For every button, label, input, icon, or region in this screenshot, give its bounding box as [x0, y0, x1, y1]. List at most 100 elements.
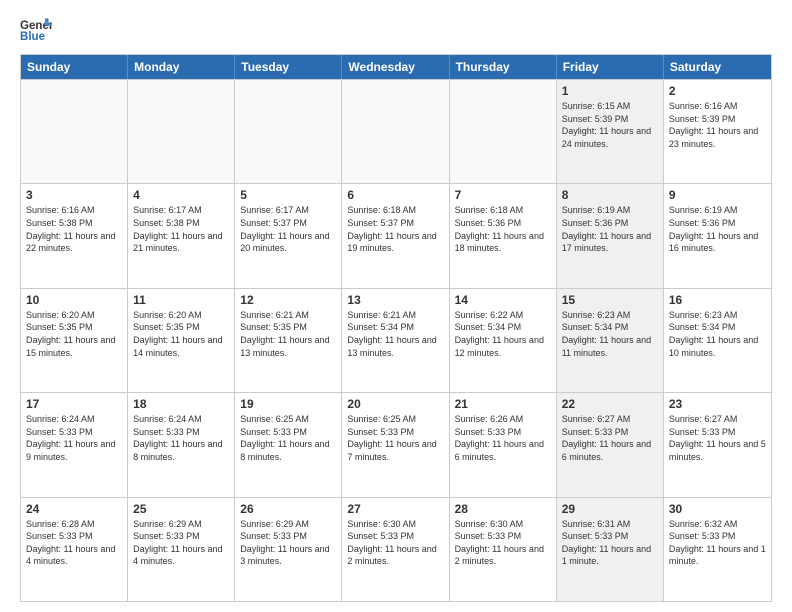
- day-info: Sunrise: 6:16 AM Sunset: 5:38 PM Dayligh…: [26, 204, 122, 254]
- day-number: 30: [669, 502, 766, 516]
- day-number: 24: [26, 502, 122, 516]
- calendar-cell: 3 Sunrise: 6:16 AM Sunset: 5:38 PM Daylig…: [21, 184, 128, 287]
- day-info: Sunrise: 6:20 AM Sunset: 5:35 PM Dayligh…: [26, 309, 122, 359]
- day-info: Sunrise: 6:25 AM Sunset: 5:33 PM Dayligh…: [240, 413, 336, 463]
- day-info: Sunrise: 6:17 AM Sunset: 5:37 PM Dayligh…: [240, 204, 336, 254]
- logo-icon: General Blue: [20, 16, 52, 44]
- day-info: Sunrise: 6:23 AM Sunset: 5:34 PM Dayligh…: [669, 309, 766, 359]
- calendar-cell: 9 Sunrise: 6:19 AM Sunset: 5:36 PM Daylig…: [664, 184, 771, 287]
- logo: General Blue: [20, 16, 52, 44]
- day-number: 27: [347, 502, 443, 516]
- calendar-cell: 20 Sunrise: 6:25 AM Sunset: 5:33 PM Dayli…: [342, 393, 449, 496]
- calendar-cell: 22Sunrise: 6:27 AM Sunset: 5:33 PM Dayli…: [557, 393, 664, 496]
- day-info: Sunrise: 6:29 AM Sunset: 5:33 PM Dayligh…: [240, 518, 336, 568]
- day-number: 29: [562, 502, 658, 516]
- calendar-cell: 24 Sunrise: 6:28 AM Sunset: 5:33 PM Dayli…: [21, 498, 128, 601]
- calendar-cell: 1 Sunrise: 6:15 AM Sunset: 5:39 PM Daylig…: [557, 80, 664, 183]
- day-info: Sunrise: 6:28 AM Sunset: 5:33 PM Dayligh…: [26, 518, 122, 568]
- calendar-cell: 26 Sunrise: 6:29 AM Sunset: 5:33 PM Dayli…: [235, 498, 342, 601]
- calendar-cell: 13 Sunrise: 6:21 AM Sunset: 5:34 PM Dayli…: [342, 289, 449, 392]
- day-info: Sunrise: 6:30 AM Sunset: 5:33 PM Dayligh…: [347, 518, 443, 568]
- calendar-cell: 7Sunrise: 6:18 AM Sunset: 5:36 PM Daylig…: [450, 184, 557, 287]
- day-info: Sunrise: 6:15 AM Sunset: 5:39 PM Dayligh…: [562, 100, 658, 150]
- day-number: 19: [240, 397, 336, 411]
- day-info: Sunrise: 6:22 AM Sunset: 5:34 PM Dayligh…: [455, 309, 551, 359]
- day-info: Sunrise: 6:25 AM Sunset: 5:33 PM Dayligh…: [347, 413, 443, 463]
- day-info: Sunrise: 6:18 AM Sunset: 5:37 PM Dayligh…: [347, 204, 443, 254]
- day-info: Sunrise: 6:21 AM Sunset: 5:35 PM Dayligh…: [240, 309, 336, 359]
- calendar-cell: 21 Sunrise: 6:26 AM Sunset: 5:33 PM Dayli…: [450, 393, 557, 496]
- calendar-cell: 8 Sunrise: 6:19 AM Sunset: 5:36 PM Daylig…: [557, 184, 664, 287]
- day-number: 26: [240, 502, 336, 516]
- day-number: 21: [455, 397, 551, 411]
- day-info: Sunrise: 6:21 AM Sunset: 5:34 PM Dayligh…: [347, 309, 443, 359]
- calendar-cell: 30 Sunrise: 6:32 AM Sunset: 5:33 PM Dayli…: [664, 498, 771, 601]
- day-number: 23: [669, 397, 766, 411]
- day-info: Sunrise: 6:27 AM Sunset: 5:33 PM Dayligh…: [669, 413, 766, 463]
- calendar-week: 1 Sunrise: 6:15 AM Sunset: 5:39 PM Daylig…: [21, 79, 771, 183]
- calendar-cell: 28Sunrise: 6:30 AM Sunset: 5:33 PM Dayli…: [450, 498, 557, 601]
- day-info: Sunrise: 6:18 AM Sunset: 5:36 PM Dayligh…: [455, 204, 551, 254]
- day-info: Sunrise: 6:23 AM Sunset: 5:34 PM Dayligh…: [562, 309, 658, 359]
- calendar-cell: 12 Sunrise: 6:21 AM Sunset: 5:35 PM Dayli…: [235, 289, 342, 392]
- weekday-header: Tuesday: [235, 55, 342, 79]
- day-info: Sunrise: 6:19 AM Sunset: 5:36 PM Dayligh…: [669, 204, 766, 254]
- day-number: 20: [347, 397, 443, 411]
- day-number: 28: [455, 502, 551, 516]
- day-number: 13: [347, 293, 443, 307]
- day-number: 18: [133, 397, 229, 411]
- day-number: 15: [562, 293, 658, 307]
- day-info: Sunrise: 6:19 AM Sunset: 5:36 PM Dayligh…: [562, 204, 658, 254]
- calendar-cell: [235, 80, 342, 183]
- calendar-cell: 15 Sunrise: 6:23 AM Sunset: 5:34 PM Dayli…: [557, 289, 664, 392]
- weekday-header: Wednesday: [342, 55, 449, 79]
- calendar-body: 1 Sunrise: 6:15 AM Sunset: 5:39 PM Daylig…: [21, 79, 771, 601]
- calendar-cell: 18 Sunrise: 6:24 AM Sunset: 5:33 PM Dayli…: [128, 393, 235, 496]
- calendar-cell: 17 Sunrise: 6:24 AM Sunset: 5:33 PM Dayli…: [21, 393, 128, 496]
- page: General Blue SundayMondayTuesdayWednesda…: [0, 0, 792, 612]
- calendar-cell: 10 Sunrise: 6:20 AM Sunset: 5:35 PM Dayli…: [21, 289, 128, 392]
- weekday-header: Sunday: [21, 55, 128, 79]
- day-number: 11: [133, 293, 229, 307]
- day-number: 6: [347, 188, 443, 202]
- day-info: Sunrise: 6:26 AM Sunset: 5:33 PM Dayligh…: [455, 413, 551, 463]
- calendar-week: 24 Sunrise: 6:28 AM Sunset: 5:33 PM Dayli…: [21, 497, 771, 601]
- day-number: 17: [26, 397, 122, 411]
- calendar-cell: 6 Sunrise: 6:18 AM Sunset: 5:37 PM Daylig…: [342, 184, 449, 287]
- calendar-cell: 11 Sunrise: 6:20 AM Sunset: 5:35 PM Dayli…: [128, 289, 235, 392]
- calendar-cell: 19 Sunrise: 6:25 AM Sunset: 5:33 PM Dayli…: [235, 393, 342, 496]
- day-number: 25: [133, 502, 229, 516]
- calendar-cell: 14 Sunrise: 6:22 AM Sunset: 5:34 PM Dayli…: [450, 289, 557, 392]
- day-number: 8: [562, 188, 658, 202]
- day-number: 1: [562, 84, 658, 98]
- calendar-cell: [450, 80, 557, 183]
- day-info: Sunrise: 6:31 AM Sunset: 5:33 PM Dayligh…: [562, 518, 658, 568]
- day-number: 10: [26, 293, 122, 307]
- calendar-cell: 2 Sunrise: 6:16 AM Sunset: 5:39 PM Daylig…: [664, 80, 771, 183]
- day-number: 3: [26, 188, 122, 202]
- calendar-cell: 29 Sunrise: 6:31 AM Sunset: 5:33 PM Dayli…: [557, 498, 664, 601]
- calendar-cell: 27 Sunrise: 6:30 AM Sunset: 5:33 PM Dayli…: [342, 498, 449, 601]
- calendar-cell: [128, 80, 235, 183]
- day-info: Sunrise: 6:16 AM Sunset: 5:39 PM Dayligh…: [669, 100, 766, 150]
- day-info: Sunrise: 6:20 AM Sunset: 5:35 PM Dayligh…: [133, 309, 229, 359]
- day-number: 9: [669, 188, 766, 202]
- weekday-header: Friday: [557, 55, 664, 79]
- calendar: SundayMondayTuesdayWednesdayThursdayFrid…: [20, 54, 772, 602]
- day-number: 4: [133, 188, 229, 202]
- day-number: 5: [240, 188, 336, 202]
- day-info: Sunrise: 6:17 AM Sunset: 5:38 PM Dayligh…: [133, 204, 229, 254]
- weekday-header: Saturday: [664, 55, 771, 79]
- day-info: Sunrise: 6:32 AM Sunset: 5:33 PM Dayligh…: [669, 518, 766, 568]
- day-number: 14: [455, 293, 551, 307]
- calendar-cell: 5 Sunrise: 6:17 AM Sunset: 5:37 PM Daylig…: [235, 184, 342, 287]
- calendar-header: SundayMondayTuesdayWednesdayThursdayFrid…: [21, 55, 771, 79]
- calendar-week: 17 Sunrise: 6:24 AM Sunset: 5:33 PM Dayli…: [21, 392, 771, 496]
- day-number: 2: [669, 84, 766, 98]
- day-number: 16: [669, 293, 766, 307]
- day-info: Sunrise: 6:24 AM Sunset: 5:33 PM Dayligh…: [26, 413, 122, 463]
- day-info: Sunrise: 6:24 AM Sunset: 5:33 PM Dayligh…: [133, 413, 229, 463]
- header: General Blue: [20, 16, 772, 44]
- day-number: 12: [240, 293, 336, 307]
- svg-text:Blue: Blue: [20, 31, 46, 43]
